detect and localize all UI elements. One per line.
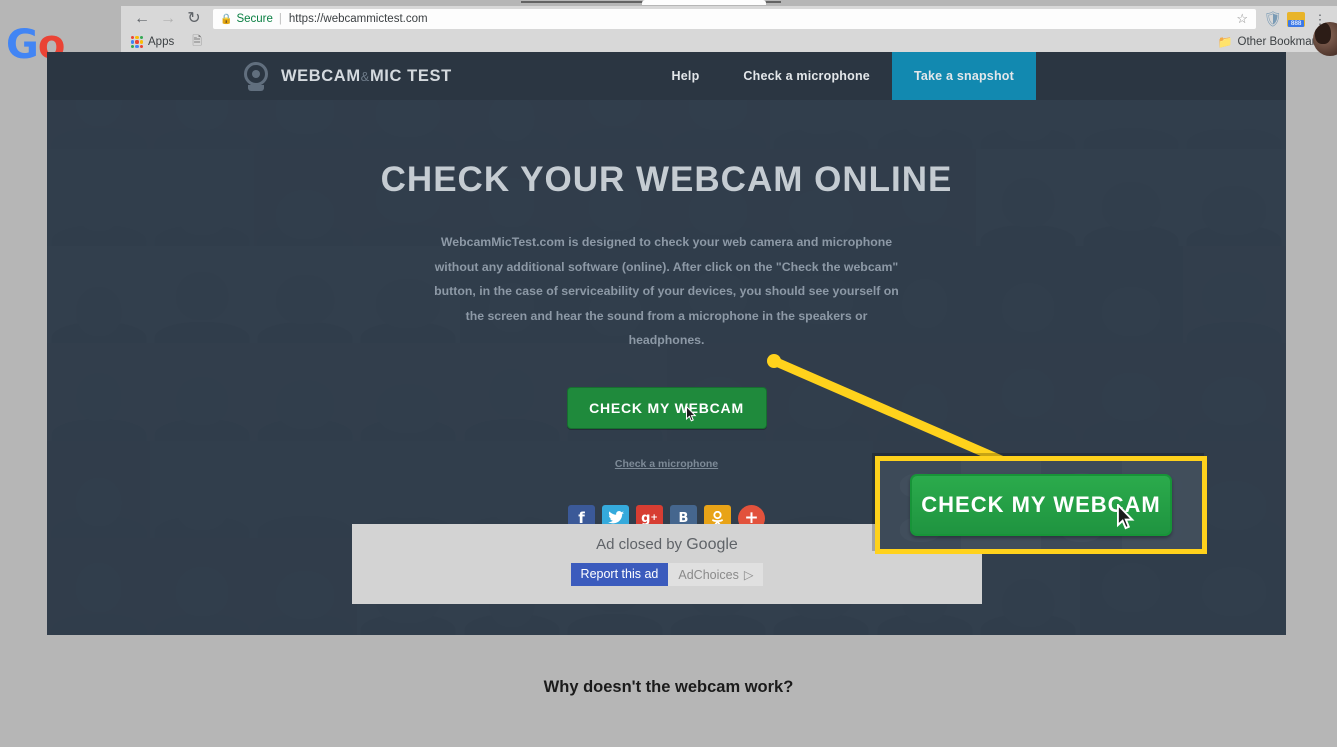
check-a-microphone-link[interactable]: Check a microphone	[615, 458, 718, 470]
callout-check-my-webcam-button[interactable]: CHECK MY WEBCAM	[910, 474, 1172, 536]
apps-bookmark-label[interactable]: Apps	[148, 36, 174, 48]
why-webcam-heading: Why doesn't the webcam work?	[543, 678, 794, 696]
site-nav: Help Check a microphone Take a snapshot	[650, 52, 1036, 100]
webcam-icon	[243, 62, 269, 91]
check-my-webcam-button[interactable]: CHECK MY WEBCAM	[566, 386, 767, 429]
browser-toolbar: ← → ↻ 🔒 Secure | https://webcammictest.c…	[121, 6, 1337, 32]
document-bookmark-icon[interactable]: 🗎	[192, 32, 202, 53]
security-label: Secure	[236, 13, 273, 25]
site-logo-text: WEBCAM&MIC TEST	[281, 67, 452, 86]
nav-item-take-a-snapshot[interactable]: Take a snapshot	[891, 52, 1036, 100]
report-this-ad-button[interactable]: Report this ad	[570, 563, 669, 586]
omnibox-divider: |	[278, 13, 282, 25]
nav-item-help[interactable]: Help	[650, 52, 722, 100]
back-arrow-icon[interactable]: ←	[129, 6, 155, 32]
reload-icon[interactable]: ↻	[181, 6, 207, 32]
adchoices-button[interactable]: AdChoices ▷	[668, 563, 764, 586]
hero-description: WebcamMicTest.com is designed to check y…	[434, 235, 899, 348]
lock-icon: 🔒	[220, 13, 233, 25]
forward-arrow-icon: →	[160, 10, 176, 27]
adchoices-label: AdChoices	[678, 567, 739, 582]
address-bar-url: https://webcammictest.com	[288, 13, 428, 25]
logo-ampersand: &	[360, 68, 370, 84]
other-bookmarks-button[interactable]: 📁 Other Bookmarks	[1218, 35, 1327, 49]
browser-window: ← → ↻ 🔒 Secure | https://webcammictest.c…	[121, 0, 1337, 52]
check-my-webcam-label: CHECK MY WEBCAM	[589, 399, 744, 416]
ad-actions: Report this ad AdChoices ▷	[352, 563, 982, 586]
page-title: CHECK YOUR WEBCAM ONLINE	[380, 160, 953, 199]
ad-google-word: Google	[686, 536, 738, 553]
site-header: WEBCAM&MIC TEST Help Check a microphone …	[47, 52, 1286, 100]
site-logo[interactable]: WEBCAM&MIC TEST	[243, 62, 452, 91]
ad-closed-label: Ad closed by	[596, 536, 683, 553]
bookmark-star-icon[interactable]: ☆	[1236, 11, 1248, 27]
mouse-pointer-icon	[1117, 504, 1135, 530]
extension-badge-icon[interactable]: 888	[1286, 9, 1306, 29]
adchoices-triangle-icon: ▷	[743, 568, 754, 582]
extension-badge-count: 888	[1288, 19, 1304, 27]
shield-extension-icon[interactable]: 🛡	[1263, 9, 1283, 29]
bookmarks-bar: Apps 🗎 📁 Other Bookmarks	[121, 32, 1337, 52]
logo-secondary-text: MIC TEST	[369, 66, 452, 85]
logo-main-text: WEBCAM	[281, 66, 361, 85]
browser-tab-active[interactable]	[642, 0, 766, 5]
apps-grid-icon[interactable]	[131, 36, 143, 48]
address-bar[interactable]: 🔒 Secure | https://webcammictest.com ☆	[213, 9, 1256, 29]
folder-icon: 📁	[1217, 35, 1233, 49]
nav-item-check-a-microphone[interactable]: Check a microphone	[721, 52, 892, 100]
annotation-callout-box: CHECK MY WEBCAM	[875, 456, 1207, 554]
below-fold-section: Why doesn't the webcam work?	[0, 635, 1337, 747]
